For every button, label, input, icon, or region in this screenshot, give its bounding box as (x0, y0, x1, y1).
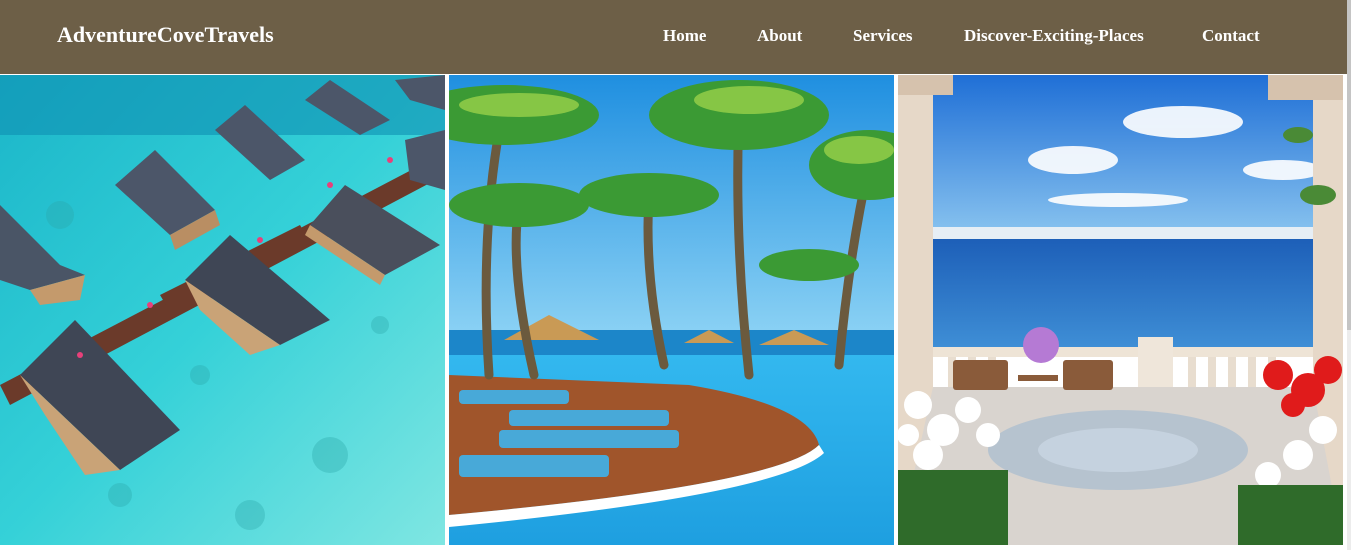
top-navbar: AdventureCoveTravels Home About Services… (0, 0, 1347, 74)
nav-services-link[interactable]: Services (853, 26, 912, 46)
nav-contact-link[interactable]: Contact (1202, 26, 1260, 46)
nav-about-link[interactable]: About (757, 26, 802, 46)
nav-home-link[interactable]: Home (663, 26, 706, 46)
scrollbar-thumb[interactable] (1347, 0, 1351, 330)
page-scrollbar[interactable] (1347, 0, 1351, 550)
main-nav: Home About Services Discover-Exciting-Pl… (0, 26, 1347, 50)
nav-discover-places-link[interactable]: Discover-Exciting-Places (964, 26, 1144, 46)
gallery-image-palm-pool (449, 75, 894, 545)
gallery-image-bungalows (0, 75, 445, 545)
gallery-image-terrace (898, 75, 1343, 545)
